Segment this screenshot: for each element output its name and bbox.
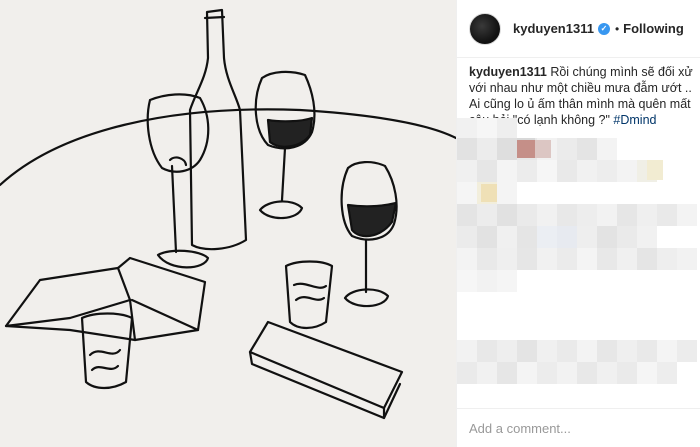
comment-input[interactable]	[469, 420, 689, 436]
wine-glass-left	[146, 93, 210, 269]
avatar[interactable]	[469, 12, 501, 45]
shot-glass-middle	[284, 260, 334, 330]
separator-dot: •	[614, 21, 620, 36]
verified-badge-icon: ✓	[597, 22, 610, 35]
post-photo[interactable]	[0, 0, 456, 447]
caption-username[interactable]: kyduyen1311	[469, 65, 547, 79]
header-username[interactable]: kyduyen1311	[513, 21, 594, 36]
closed-book-drawing	[248, 320, 404, 420]
sketch-drawing	[0, 8, 456, 420]
wine-glass-right	[340, 161, 398, 308]
comment-bar	[457, 408, 700, 447]
post-sidebar: kyduyen1311 ✓ • Following kyduyen1311 Rồ…	[456, 0, 700, 447]
following-button[interactable]: Following	[623, 21, 684, 36]
bottle-drawing	[188, 8, 248, 251]
wine-glass-middle	[254, 70, 316, 220]
table-edge	[0, 108, 456, 187]
shot-glass-left	[80, 312, 134, 390]
blurred-comments	[457, 118, 700, 408]
post-header: kyduyen1311 ✓ • Following	[457, 0, 700, 58]
open-book-drawing	[4, 256, 207, 342]
